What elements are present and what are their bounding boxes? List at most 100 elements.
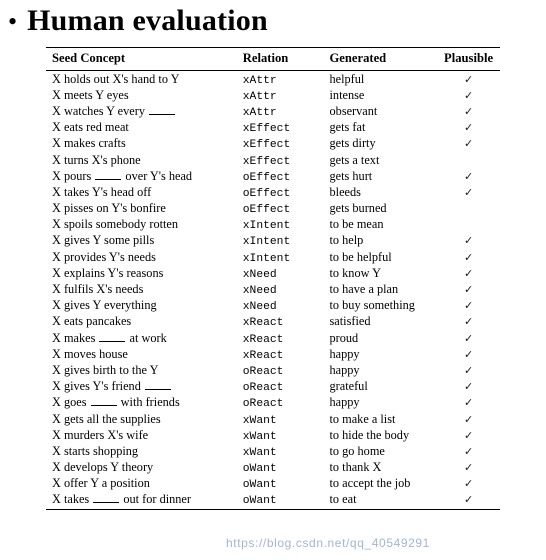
cell-relation: xIntent xyxy=(242,252,291,265)
cell-relation: oWant xyxy=(242,495,277,508)
cell-plausible: ✓ xyxy=(433,411,500,427)
table-row: X goes with friends oReact happy ✓ xyxy=(46,395,500,411)
table-row: X explains Y's reasons xNeed to know Y ✓ xyxy=(46,265,500,281)
cell-plausible: ✓ xyxy=(433,265,500,281)
table-row: X starts shopping xWant to go home ✓ xyxy=(46,443,500,459)
check-icon: ✓ xyxy=(463,477,474,491)
cell-seed-concept: X murders X's wife xyxy=(46,427,237,443)
table-row: X offer Y a position oWant to accept the j… xyxy=(46,476,500,492)
seed-blank-underline xyxy=(149,105,176,115)
cell-plausible: ✓ xyxy=(433,168,500,184)
cell-relation: oEffect xyxy=(242,171,291,184)
cell-seed-concept: X takes out for dinner xyxy=(46,492,237,508)
seed-text-suffix: out for dinner xyxy=(120,492,191,507)
cell-generated: to know Y xyxy=(329,265,381,280)
seed-text: X takes xyxy=(52,492,93,507)
cell-relation: xAttr xyxy=(242,74,277,87)
column-header-seed-concept: Seed Concept xyxy=(46,47,237,71)
watermark-id: 40549291 xyxy=(371,536,430,550)
cell-plausible: ✓ xyxy=(433,362,500,378)
seed-text: X offer Y a position xyxy=(52,476,150,491)
page-title: Human evaluation xyxy=(27,4,268,37)
seed-text: X watches Y every xyxy=(52,103,149,118)
check-icon: ✓ xyxy=(463,88,474,102)
check-icon: ✓ xyxy=(463,266,474,280)
cell-relation: xIntent xyxy=(242,220,291,233)
seed-text: X makes crafts xyxy=(52,136,126,151)
check-icon: ✓ xyxy=(463,299,474,313)
cell-plausible: ✓ xyxy=(433,346,500,362)
cell-generated: gets hurt xyxy=(329,168,373,183)
cell-relation: xNeed xyxy=(242,268,277,281)
cell-plausible: ✓ xyxy=(433,71,500,88)
cell-plausible: ✓ xyxy=(433,298,500,314)
check-icon: ✓ xyxy=(463,347,474,361)
cell-relation: oEffect xyxy=(242,204,291,217)
cell-generated: intense xyxy=(329,87,365,102)
table-row: X gives Y everything xNeed to buy somethin… xyxy=(46,298,500,314)
cell-generated: to make a list xyxy=(329,411,396,426)
seed-text-suffix: with friends xyxy=(117,395,180,410)
cell-generated: to help xyxy=(329,233,364,248)
cell-seed-concept: X takes Y's head off xyxy=(46,184,237,200)
cell-relation: oReact xyxy=(242,382,284,395)
seed-text: X makes xyxy=(52,330,99,345)
seed-text: X takes Y's head off xyxy=(52,184,152,199)
cell-seed-concept: X pisses on Y's bonfire xyxy=(46,201,237,217)
cell-relation: xAttr xyxy=(242,106,277,119)
seed-text: X gets all the supplies xyxy=(52,411,161,426)
cell-relation: oReact xyxy=(242,365,284,378)
cell-seed-concept: X provides Y's needs xyxy=(46,249,237,265)
table-row: X turns X's phone xEffect gets a text xyxy=(46,152,500,168)
check-icon: ✓ xyxy=(463,137,474,151)
seed-text: X gives Y everything xyxy=(52,298,157,313)
cell-generated: proud xyxy=(329,330,359,345)
cell-plausible: ✓ xyxy=(433,427,500,443)
cell-generated: to accept the job xyxy=(329,476,411,491)
seed-blank-underline xyxy=(93,493,120,504)
cell-seed-concept: X watches Y every xyxy=(46,103,237,119)
cell-generated: happy xyxy=(329,346,360,361)
cell-seed-concept: X spoils somebody rotten xyxy=(46,217,237,233)
seed-text-suffix: over Y's head xyxy=(122,168,193,183)
cell-seed-concept: X gives birth to the Y xyxy=(46,362,237,378)
cell-generated: to eat xyxy=(329,492,357,507)
seed-text: X fulfils X's needs xyxy=(52,282,144,297)
cell-generated: to buy something xyxy=(329,298,415,313)
cell-generated: gets a text xyxy=(329,152,380,167)
cell-generated: happy xyxy=(329,362,360,377)
seed-text-suffix: at work xyxy=(126,330,167,345)
cell-relation: xReact xyxy=(242,333,284,346)
cell-generated: helpful xyxy=(329,71,365,86)
cell-seed-concept: X develops Y theory xyxy=(46,460,237,476)
table-row: X makes at work xReact proud ✓ xyxy=(46,330,500,346)
seed-text: X pours xyxy=(52,168,95,183)
cell-seed-concept: X turns X's phone xyxy=(46,152,237,168)
check-icon: ✓ xyxy=(463,185,474,199)
slide-title-row: • Human evaluation xyxy=(0,0,546,38)
cell-plausible: ✓ xyxy=(433,476,500,492)
cell-seed-concept: X meets Y eyes xyxy=(46,87,237,103)
cell-relation: oWant xyxy=(242,479,277,492)
table-row: X pours over Y's head oEffect gets hurt ✓ xyxy=(46,168,500,184)
evaluation-table: Seed Concept Relation Generated Plausibl… xyxy=(46,47,500,508)
table-row: X pisses on Y's bonfire oEffect gets burne… xyxy=(46,201,500,217)
cell-seed-concept: X gives Y everything xyxy=(46,298,237,314)
cell-plausible xyxy=(433,201,500,217)
cell-seed-concept: X fulfils X's needs xyxy=(46,281,237,297)
seed-text: X goes xyxy=(52,395,90,410)
check-icon: ✓ xyxy=(463,428,474,442)
cell-seed-concept: X makes crafts xyxy=(46,136,237,152)
cell-generated: observant xyxy=(329,103,378,118)
cell-generated: to hide the body xyxy=(329,427,410,442)
cell-seed-concept: X gets all the supplies xyxy=(46,411,237,427)
cell-plausible: ✓ xyxy=(433,460,500,476)
table-row: X murders X's wife xWant to hide the body ✓ xyxy=(46,427,500,443)
bullet-glyph: • xyxy=(8,7,18,36)
cell-plausible: ✓ xyxy=(433,314,500,330)
cell-relation: oReact xyxy=(242,398,284,411)
table-row: X watches Y every xAttr observant ✓ xyxy=(46,103,500,119)
cell-plausible: ✓ xyxy=(433,233,500,249)
cell-relation: xNeed xyxy=(242,285,277,298)
watermark-url: https://blog.csdn.net/qq_ xyxy=(226,536,372,550)
